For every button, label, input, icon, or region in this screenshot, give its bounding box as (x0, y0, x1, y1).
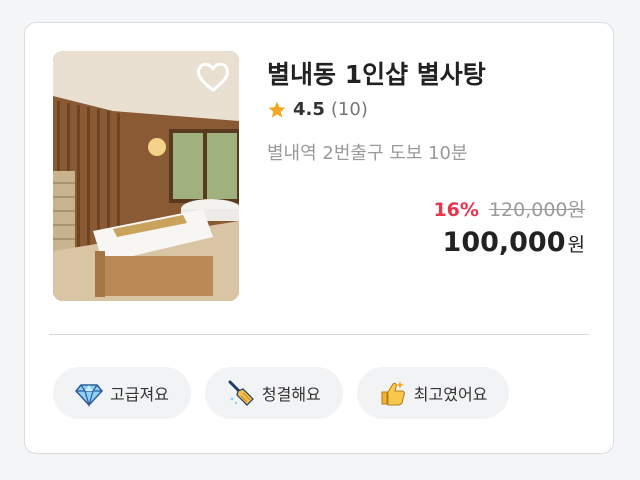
final-price-row: 100,000 원 (443, 227, 585, 258)
final-price: 100,000 (442, 227, 566, 258)
review-count: (10) (330, 99, 368, 120)
rating-row: 4.5 (10) (267, 99, 368, 120)
tag-clean[interactable]: 청결해요 (204, 367, 343, 419)
rating-score: 4.5 (293, 99, 325, 120)
tag-luxurious[interactable]: 고급져요 (53, 367, 191, 419)
listing-card[interactable]: 별내동 1인샵 별사탕 4.5 (10) 별내역 2번출구 도보 10분 16%… (24, 22, 614, 454)
tag-best[interactable]: 최고였어요 (356, 367, 510, 419)
price-discount-row: 16% 120,000원 (433, 195, 585, 222)
star-icon (268, 101, 286, 117)
thumbs-up-icon (381, 381, 405, 406)
divider (49, 334, 589, 335)
tag-label: 고급져요 (110, 385, 169, 404)
original-price: 120,000원 (488, 199, 585, 221)
price-unit: 원 (567, 234, 585, 256)
tag-label: 최고였어요 (413, 385, 488, 404)
listing-photo[interactable] (53, 51, 239, 301)
diamond-icon (75, 384, 103, 407)
favorite-heart-icon[interactable] (195, 59, 231, 95)
listing-title[interactable]: 별내동 1인샵 별사탕 (267, 55, 486, 91)
review-tags: 고급져요 청결해요 최고였어요 (53, 367, 510, 419)
tag-label: 청결해요 (261, 385, 321, 404)
broom-icon (228, 380, 254, 406)
discount-rate: 16% (433, 199, 479, 221)
location-text: 별내역 2번출구 도보 10분 (267, 143, 468, 164)
